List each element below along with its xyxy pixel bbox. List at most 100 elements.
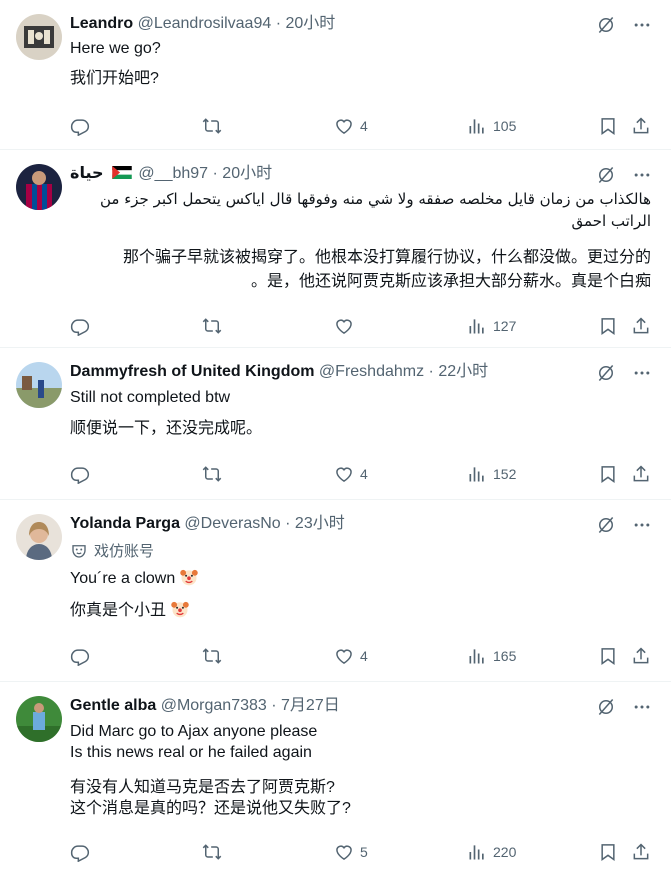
author-handle[interactable]: @Freshdahmz xyxy=(319,363,424,380)
share-button[interactable] xyxy=(631,116,651,136)
reply-icon xyxy=(70,316,90,336)
parody-mask-icon xyxy=(72,544,86,558)
more-icon[interactable] xyxy=(631,696,653,718)
bookmark-button[interactable] xyxy=(598,464,618,484)
tweet-header: Leandro @Leandrosilvaa94 · 20小时 xyxy=(70,14,335,34)
like-button[interactable]: 4 xyxy=(334,646,368,666)
tweet-text: Did Marc go to Ajax anyone please Is thi… xyxy=(70,721,651,819)
avatar[interactable] xyxy=(16,14,62,60)
share-button[interactable] xyxy=(631,316,651,336)
retweet-button[interactable] xyxy=(202,646,228,666)
retweet-button[interactable] xyxy=(202,464,228,484)
tweet-actions: 4 105 xyxy=(70,116,655,138)
timestamp[interactable]: · 22小时 xyxy=(429,363,489,380)
views-chart-icon xyxy=(467,116,487,136)
share-button[interactable] xyxy=(631,646,651,666)
like-button[interactable]: 4 xyxy=(334,116,368,136)
bookmark-button[interactable] xyxy=(598,316,618,336)
parody-label: 戏仿账号 xyxy=(70,540,154,561)
timestamp[interactable]: · 20小时 xyxy=(213,165,273,182)
reply-button[interactable] xyxy=(70,646,96,666)
bookmark-icon xyxy=(598,646,618,666)
tweet-text: Here we go? 我们开始吧? xyxy=(70,38,651,89)
views-chart-icon xyxy=(467,316,487,336)
heart-icon xyxy=(334,646,354,666)
share-icon xyxy=(631,464,651,484)
more-icon[interactable] xyxy=(631,14,653,36)
avatar[interactable] xyxy=(16,362,62,408)
tweet-text-arabic: هالكذاب من زمان قايل مخلصه صفقه ولا شي م… xyxy=(100,190,651,230)
author-name[interactable]: حياة xyxy=(70,165,104,182)
more-icon[interactable] xyxy=(631,164,653,186)
retweet-button[interactable] xyxy=(202,316,228,336)
author-handle[interactable]: @Leandrosilvaa94 xyxy=(138,15,272,32)
tweet-line: Did Marc go to Ajax anyone please xyxy=(70,723,318,740)
author-handle[interactable]: @DeverasNo xyxy=(184,515,280,532)
tweet-header: Yolanda Parga @DeverasNo · 23小时 xyxy=(70,514,345,534)
tweet-line: Is this news real or he failed again xyxy=(70,744,312,761)
tweet-translation: 那个骗子早就该被揭穿了。他根本没打算履行协议，什么都没做。更过分的 。是，他还说… xyxy=(70,246,651,294)
grok-icon[interactable] xyxy=(595,514,617,536)
author-name[interactable]: Leandro xyxy=(70,15,133,32)
timestamp[interactable]: · 20小时 xyxy=(276,15,336,32)
like-button[interactable]: 5 xyxy=(334,842,368,862)
grok-icon[interactable] xyxy=(595,14,617,36)
like-button[interactable]: 4 xyxy=(334,464,368,484)
author-name[interactable]: Dammyfresh of United Kingdom xyxy=(70,363,314,380)
like-button[interactable] xyxy=(334,316,360,336)
views-chart-icon xyxy=(467,842,487,862)
tweet-yolanda[interactable]: Yolanda Parga @DeverasNo · 23小时 戏仿账号 You… xyxy=(0,500,671,682)
reply-icon xyxy=(70,842,90,862)
share-button[interactable] xyxy=(631,464,651,484)
tweet-header: حياة @__bh97 · 20小时 xyxy=(70,164,272,184)
tweet-dammyfresh[interactable]: Dammyfresh of United Kingdom @Freshdahmz… xyxy=(0,348,671,500)
heart-icon xyxy=(334,316,354,336)
palestine-flag-icon xyxy=(112,166,132,179)
tweet-gentle-alba[interactable]: Gentle alba @Morgan7383 · 7月27日 Did Marc… xyxy=(0,682,671,877)
bookmark-button[interactable] xyxy=(598,646,618,666)
share-icon xyxy=(631,646,651,666)
views-count: 105 xyxy=(493,118,517,134)
views-button[interactable]: 127 xyxy=(467,316,516,336)
tweet-header: Gentle alba @Morgan7383 · 7月27日 xyxy=(70,696,340,716)
reply-button[interactable] xyxy=(70,464,96,484)
heart-icon xyxy=(334,116,354,136)
tweet-hayat[interactable]: حياة @__bh97 · 20小时 هالكذاب من زمان قايل… xyxy=(0,150,671,348)
tweet-line: Still not completed btw xyxy=(70,389,231,406)
reply-button[interactable] xyxy=(70,842,96,862)
author-handle[interactable]: @Morgan7383 xyxy=(161,697,267,714)
bookmark-button[interactable] xyxy=(598,842,618,862)
author-name[interactable]: Gentle alba xyxy=(70,697,156,714)
tweet-line: You´re a clown xyxy=(70,570,176,587)
author-handle[interactable]: @__bh97 xyxy=(138,165,208,182)
timestamp[interactable]: · 7月27日 xyxy=(271,697,339,714)
tweet-actions: 4 152 xyxy=(70,464,655,486)
retweet-button[interactable] xyxy=(202,842,228,862)
reply-button[interactable] xyxy=(70,316,96,336)
clown-emoji-icon xyxy=(170,599,190,619)
share-button[interactable] xyxy=(631,842,651,862)
grok-icon[interactable] xyxy=(595,362,617,384)
reply-icon xyxy=(70,646,90,666)
grok-icon[interactable] xyxy=(595,696,617,718)
retweet-icon xyxy=(202,116,222,136)
views-button[interactable]: 105 xyxy=(467,116,516,136)
translation-line: 。是，他还说阿贾克斯应该承担大部分薪水。真是个白痴 xyxy=(250,273,651,290)
more-icon[interactable] xyxy=(631,362,653,384)
reply-icon xyxy=(70,116,90,136)
avatar[interactable] xyxy=(16,514,62,560)
avatar[interactable] xyxy=(16,164,62,210)
tweet-translation: 这个消息是真的吗？还是说他又失败了? xyxy=(70,800,351,817)
views-button[interactable]: 152 xyxy=(467,464,516,484)
views-button[interactable]: 165 xyxy=(467,646,516,666)
views-button[interactable]: 220 xyxy=(467,842,516,862)
author-name[interactable]: Yolanda Parga xyxy=(70,515,180,532)
retweet-button[interactable] xyxy=(202,116,228,136)
avatar[interactable] xyxy=(16,696,62,742)
bookmark-button[interactable] xyxy=(598,116,618,136)
reply-button[interactable] xyxy=(70,116,96,136)
tweet-leandro[interactable]: Leandro @Leandrosilvaa94 · 20小时 Here we … xyxy=(0,0,671,150)
more-icon[interactable] xyxy=(631,514,653,536)
grok-icon[interactable] xyxy=(595,164,617,186)
timestamp[interactable]: · 23小时 xyxy=(285,515,345,532)
